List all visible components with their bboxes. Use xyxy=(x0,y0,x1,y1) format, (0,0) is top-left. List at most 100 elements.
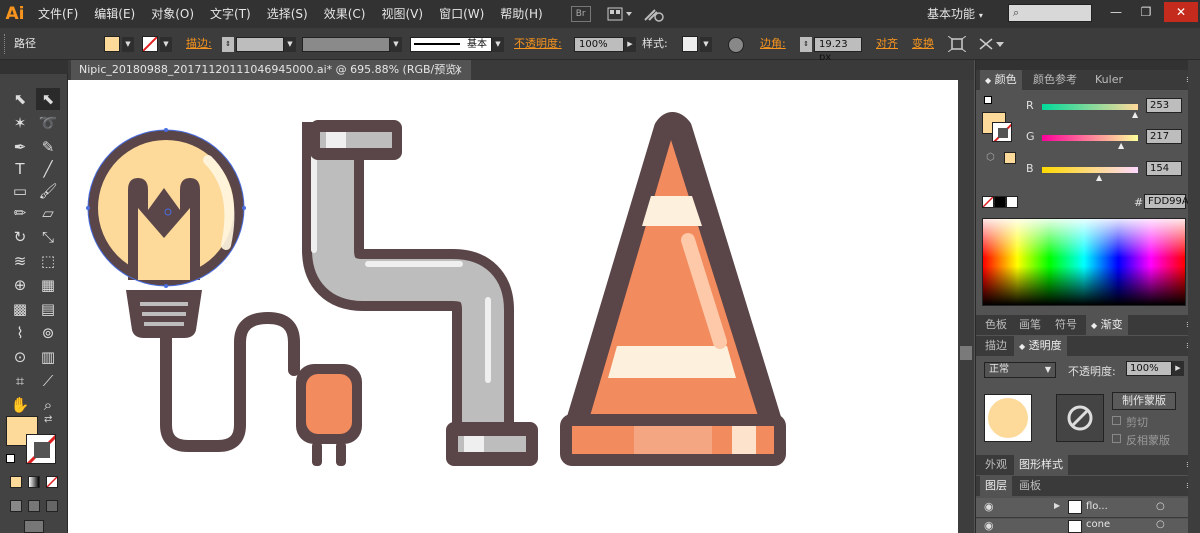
menu-effect[interactable]: 效果(C) xyxy=(316,0,374,28)
stroke-weight-stepper[interactable]: ⇕ xyxy=(222,37,234,52)
fill-dropdown-arrow[interactable]: ▼ xyxy=(122,37,134,52)
restore-button[interactable]: ❐ xyxy=(1132,2,1160,22)
menu-select[interactable]: 选择(S) xyxy=(259,0,316,28)
draw-behind-icon[interactable] xyxy=(28,500,40,512)
tab-graphic-styles[interactable]: 图形样式 xyxy=(1014,455,1068,475)
tab-stroke[interactable]: 描边 xyxy=(980,336,1012,356)
expand-arrow-icon[interactable]: ▶ xyxy=(1054,501,1060,510)
tab-color[interactable]: ◆ 颜色 xyxy=(980,70,1022,90)
style-dropdown[interactable]: ▼ xyxy=(700,37,712,52)
curvature-tool-icon[interactable]: ✎ xyxy=(36,136,60,158)
stroke-swatch[interactable] xyxy=(142,36,158,52)
align-link[interactable]: 对齐 xyxy=(876,28,898,60)
menu-object[interactable]: 对象(O) xyxy=(143,0,202,28)
scrollbar-thumb[interactable] xyxy=(960,346,972,360)
stroke-weight-dropdown[interactable]: ▼ xyxy=(284,37,296,52)
clip-checkbox[interactable] xyxy=(1112,416,1121,425)
mask-thumbnail[interactable] xyxy=(1056,394,1104,442)
object-thumbnail[interactable] xyxy=(984,394,1032,442)
transparency-opacity-field[interactable]: 100% xyxy=(1126,361,1172,376)
color-spectrum[interactable] xyxy=(982,218,1186,306)
close-document-icon[interactable]: × xyxy=(454,60,463,80)
target-circle-icon[interactable]: ○ xyxy=(1156,501,1165,512)
gradient-mode-icon[interactable] xyxy=(28,476,40,488)
bridge-icon[interactable]: Br xyxy=(570,6,591,22)
eyedropper-tool-icon[interactable]: ⌇ xyxy=(8,322,32,344)
gpu-performance-icon[interactable] xyxy=(643,6,665,22)
lasso-tool-icon[interactable]: ➰ xyxy=(36,112,60,134)
menu-view[interactable]: 视图(V) xyxy=(373,0,431,28)
mesh-tool-icon[interactable]: ▩ xyxy=(8,298,32,320)
visibility-eye-icon[interactable]: ◉ xyxy=(984,500,994,513)
visibility-eye-icon[interactable]: ◉ xyxy=(984,519,994,532)
transparency-opacity-arrow[interactable]: ▶ xyxy=(1172,361,1184,376)
corner-stepper[interactable]: ⇕ xyxy=(800,37,812,52)
stroke-dropdown-arrow[interactable]: ▼ xyxy=(160,37,172,52)
none-mode-icon[interactable] xyxy=(46,476,58,488)
draw-inside-icon[interactable] xyxy=(46,500,58,512)
invert-mask-checkbox[interactable] xyxy=(1112,434,1121,443)
slice-tool-icon[interactable]: ⟋ xyxy=(36,370,60,392)
blend-tool-icon[interactable]: ⊚ xyxy=(36,322,60,344)
tab-artboards[interactable]: 画板 xyxy=(1014,476,1046,496)
document-tab[interactable]: Nipic_20180988_20171120111046945000.ai* … xyxy=(71,60,471,80)
magic-wand-tool-icon[interactable]: ✶ xyxy=(8,112,32,134)
transform-link[interactable]: 变换 xyxy=(912,28,934,60)
artboard-canvas[interactable] xyxy=(68,80,958,533)
paintbrush-tool-icon[interactable]: 🖌 xyxy=(36,180,60,202)
opacity-field[interactable]: 100% xyxy=(574,37,624,52)
gamut-swatch[interactable] xyxy=(1004,152,1016,164)
tab-appearance[interactable]: 外观 xyxy=(980,455,1012,475)
layer-name[interactable]: flo... xyxy=(1086,501,1108,512)
tab-swatches[interactable]: 色板 xyxy=(980,315,1012,335)
channel-r-value[interactable]: 253 xyxy=(1146,98,1182,113)
stroke-weight-field[interactable] xyxy=(236,37,284,52)
target-circle-icon[interactable]: ○ xyxy=(1156,519,1165,530)
menu-file[interactable]: 文件(F) xyxy=(30,0,86,28)
channel-b-value[interactable]: 154 xyxy=(1146,161,1182,176)
slider-thumb-icon[interactable]: ▲ xyxy=(1096,173,1102,182)
default-colors-icon[interactable] xyxy=(6,454,15,463)
vertical-scrollbar[interactable] xyxy=(958,80,974,533)
default-fill-stroke-icon[interactable] xyxy=(984,96,992,104)
opacity-label[interactable]: 不透明度: xyxy=(514,28,562,60)
layer-name[interactable]: cone xyxy=(1086,519,1110,530)
stroke-color-box[interactable] xyxy=(26,434,56,464)
none-color-swatch[interactable] xyxy=(982,196,994,208)
tab-symbols[interactable]: 符号 xyxy=(1050,315,1082,335)
hand-tool-icon[interactable]: ✋ xyxy=(8,394,32,416)
recolor-artwork-icon[interactable] xyxy=(728,37,744,53)
swap-fill-stroke-icon[interactable]: ⇄ xyxy=(44,414,52,425)
panel-dock-scrollbar[interactable] xyxy=(1188,60,1200,533)
corner-label[interactable]: 边角: xyxy=(760,28,786,60)
layer-row[interactable]: ◉ cone ○ xyxy=(976,519,1200,533)
direct-selection-tool-icon[interactable]: ⬉ xyxy=(36,88,60,110)
column-graph-tool-icon[interactable]: ▥ xyxy=(36,346,60,368)
layer-row[interactable]: ◉ ▶ flo... ○ xyxy=(976,498,1200,518)
menu-edit[interactable]: 编辑(E) xyxy=(86,0,143,28)
channel-g-value[interactable]: 217 xyxy=(1146,129,1182,144)
slider-thumb-icon[interactable]: ▲ xyxy=(1118,141,1124,150)
blend-mode-select[interactable]: 正常 ▼ xyxy=(984,362,1056,378)
brush-definition[interactable]: 基本 xyxy=(410,37,492,52)
white-swatch[interactable] xyxy=(1006,196,1018,208)
gradient-tool-icon[interactable]: ▤ xyxy=(36,298,60,320)
screen-mode-icon[interactable] xyxy=(24,520,44,533)
graphic-style-swatch[interactable] xyxy=(682,36,698,52)
menu-help[interactable]: 帮助(H) xyxy=(492,0,550,28)
menu-type[interactable]: 文字(T) xyxy=(202,0,259,28)
line-tool-icon[interactable]: ╱ xyxy=(36,158,60,180)
out-of-gamut-icon[interactable]: ⬡ xyxy=(986,152,995,163)
channel-r-slider[interactable] xyxy=(1042,104,1138,110)
close-button[interactable]: ✕ xyxy=(1164,2,1198,22)
channel-b-slider[interactable] xyxy=(1042,167,1138,173)
draw-normal-icon[interactable] xyxy=(10,500,22,512)
color-mode-icon[interactable] xyxy=(10,476,22,488)
black-swatch[interactable] xyxy=(994,196,1006,208)
symbol-sprayer-tool-icon[interactable]: ⊙ xyxy=(8,346,32,368)
profile-dropdown[interactable]: ▼ xyxy=(390,37,402,52)
rectangle-tool-icon[interactable]: ▭ xyxy=(8,180,32,202)
selection-tool-icon[interactable]: ⬉ xyxy=(8,88,32,110)
type-tool-icon[interactable]: T xyxy=(8,158,32,180)
workspace-switcher[interactable]: 基本功能 ▾ xyxy=(927,5,983,22)
